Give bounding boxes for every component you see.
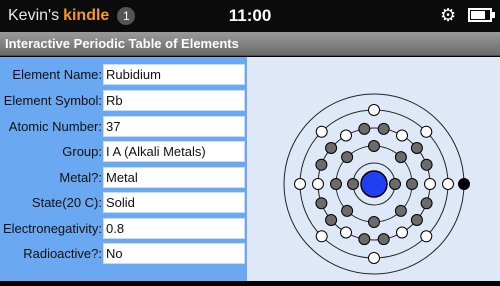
page-title: Interactive Periodic Table of Elements (5, 36, 239, 51)
electron-shell-2 (330, 178, 342, 190)
field-row-radioactive: Radioactive?: No (0, 243, 247, 265)
electron-shell-2 (341, 151, 354, 164)
electron-shell-3 (420, 197, 433, 210)
electron-shell-4 (442, 178, 454, 190)
electron-shell-4 (368, 104, 380, 116)
field-label: Element Name: (12, 67, 102, 82)
element-details-panel: Element Name: Rubidium Element Symbol: R… (0, 57, 247, 281)
electron-shell-3 (377, 122, 390, 135)
field-row-metal: Metal?: Metal (0, 167, 247, 189)
electron-shell-4 (294, 178, 306, 190)
nucleus (360, 170, 388, 198)
gear-icon[interactable]: ⚙ (440, 6, 458, 24)
field-label: Electronegativity: (3, 221, 102, 236)
field-label: State(20 C): (31, 195, 102, 210)
field-label: Atomic Number: (8, 119, 102, 134)
element-symbol-field[interactable]: Rb (103, 90, 245, 111)
field-row-state: State(20 C): Solid (0, 192, 247, 214)
electron-shell-3 (377, 233, 390, 246)
kindle-brand[interactable]: Kevin's kindle (8, 7, 109, 25)
electron-shell-2 (394, 204, 407, 217)
battery-icon (468, 8, 495, 22)
electron-shell-3 (396, 226, 408, 239)
electron-shell-3 (340, 129, 352, 142)
electron-shell-4 (420, 230, 433, 243)
electron-shell-5 (458, 178, 470, 190)
electron-shell-3 (315, 197, 328, 210)
electron-shell-3 (325, 142, 338, 154)
group-field[interactable]: I A (Alkali Metals) (103, 141, 245, 162)
electron-shell-1 (389, 178, 401, 190)
electron-shell-2 (406, 178, 418, 190)
status-icons: ⚙ (440, 6, 495, 24)
electron-shell-1 (347, 178, 359, 190)
electron-shell-3 (340, 226, 352, 239)
bohr-model-diagram (283, 93, 470, 275)
metal-field[interactable]: Metal (103, 167, 245, 188)
clock: 11:00 (228, 6, 272, 25)
electron-shell-4 (315, 230, 328, 243)
owner-name: Kevin's (8, 7, 60, 24)
electron-shell-3 (420, 158, 433, 171)
notification-badge[interactable]: 1 (117, 7, 136, 25)
electron-shell-3 (315, 158, 328, 171)
electron-shell-2 (368, 216, 380, 228)
electron-shell-3 (312, 178, 324, 190)
field-label: Group: (62, 144, 102, 159)
field-row-name: Element Name: Rubidium (0, 64, 247, 86)
electron-shell-2 (368, 140, 380, 152)
electron-shell-3 (396, 129, 408, 142)
field-row-electronegativity: Electronegativity: 0.8 (0, 218, 247, 240)
electron-shell-3 (358, 122, 371, 135)
field-row-atomic-number: Atomic Number: 37 (0, 116, 247, 138)
field-label: Metal?: (59, 170, 102, 185)
field-label: Element Symbol: (3, 93, 102, 108)
state-field[interactable]: Solid (103, 192, 245, 213)
electronegativity-field[interactable]: 0.8 (103, 218, 245, 239)
kindle-logo: kindle (63, 7, 110, 24)
element-name-field[interactable]: Rubidium (103, 64, 245, 85)
radioactive-field[interactable]: No (103, 243, 245, 264)
field-label: Radioactive?: (23, 246, 102, 261)
bohr-model-panel (247, 57, 500, 281)
electron-shell-3 (410, 142, 423, 154)
electron-shell-3 (410, 214, 423, 226)
app-title-bar: Interactive Periodic Table of Elements (0, 32, 500, 56)
electron-shell-2 (394, 151, 407, 164)
electron-shell-4 (368, 252, 380, 264)
status-bar: Kevin's kindle 1 11:00 ⚙ (0, 0, 500, 32)
field-row-symbol: Element Symbol: Rb (0, 90, 247, 112)
electron-shell-3 (424, 178, 436, 190)
electron-shell-4 (315, 125, 328, 138)
electron-shell-2 (341, 204, 354, 217)
atomic-number-field[interactable]: 37 (103, 116, 245, 137)
field-row-group: Group: I A (Alkali Metals) (0, 141, 247, 163)
electron-shell-3 (358, 233, 371, 246)
electron-shell-3 (325, 214, 338, 226)
electron-shell-4 (420, 125, 433, 138)
